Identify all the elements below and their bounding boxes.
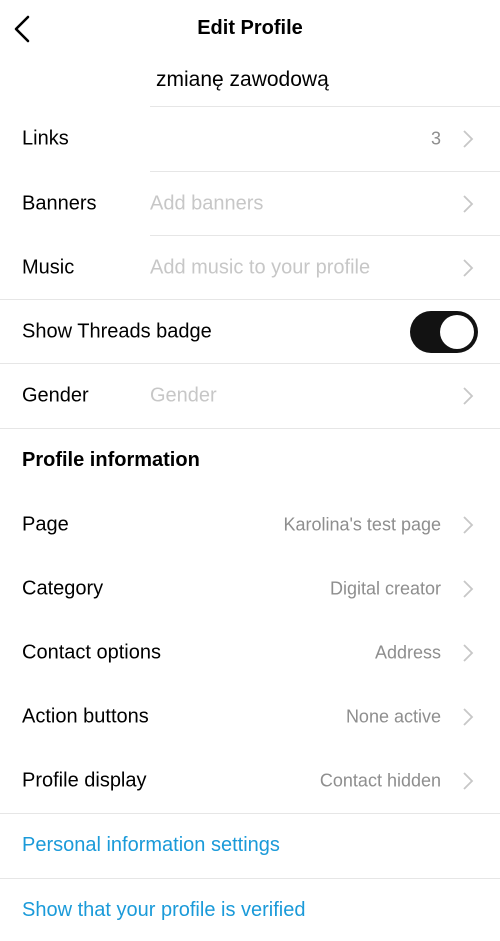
personal-information-settings-link[interactable]: Personal information settings [22,834,280,857]
gender-label: Gender [22,384,89,407]
profile-display-value: Contact hidden [319,770,441,791]
bio-text[interactable]: zmianę zawodową [156,68,329,92]
page-title: Edit Profile [197,17,303,39]
category-label: Category [22,577,104,600]
chevron-right-icon [463,259,474,277]
links-label: Links [22,127,69,150]
show-verified-link[interactable]: Show that your profile is verified [22,899,305,922]
page-row[interactable]: Page Karolina's test page [0,493,500,557]
chevron-right-icon [463,516,474,534]
banners-row[interactable]: Banners Add banners [0,172,500,236]
links-count: 3 [430,128,441,149]
links-row[interactable]: Links 3 [0,107,500,171]
chevron-right-icon [463,708,474,726]
divider [0,878,500,879]
threads-badge-toggle[interactable] [410,311,478,353]
gender-row[interactable]: Gender Gender [0,364,500,428]
category-row[interactable]: Category Digital creator [0,557,500,621]
music-placeholder: Add music to your profile [150,256,371,279]
music-row[interactable]: Music Add music to your profile [0,236,500,300]
action-buttons-row[interactable]: Action buttons None active [0,685,500,749]
gender-placeholder: Gender [150,384,217,407]
category-value: Digital creator [329,578,441,599]
contact-options-value: Address [374,642,441,663]
profile-display-label: Profile display [22,769,147,792]
action-buttons-label: Action buttons [22,705,149,728]
page-label: Page [22,513,69,536]
toggle-knob [440,315,474,349]
banners-placeholder: Add banners [150,192,264,215]
profile-display-row[interactable]: Profile display Contact hidden [0,749,500,813]
chevron-right-icon [463,644,474,662]
page-value: Karolina's test page [283,514,441,535]
action-buttons-value: None active [345,706,441,727]
banners-label: Banners [22,192,97,215]
divider [0,813,500,814]
chevron-right-icon [463,387,474,405]
chevron-right-icon [463,195,474,213]
threads-badge-label: Show Threads badge [22,320,212,343]
chevron-right-icon [463,130,474,148]
divider [0,428,500,429]
chevron-right-icon [463,580,474,598]
music-label: Music [22,256,75,279]
contact-options-row[interactable]: Contact options Address [0,621,500,685]
contact-options-label: Contact options [22,641,161,664]
threads-badge-row: Show Threads badge [0,300,500,364]
profile-information-heading: Profile information [22,449,200,471]
header: Edit Profile [0,0,500,58]
chevron-right-icon [463,772,474,790]
